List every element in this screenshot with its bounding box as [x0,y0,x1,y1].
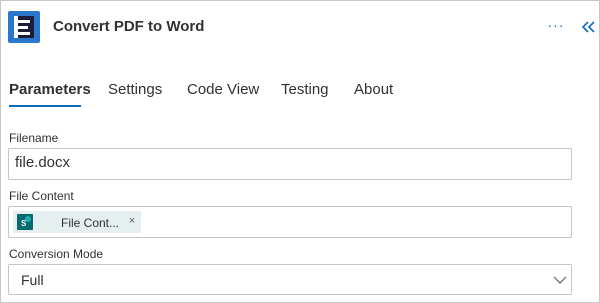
file-content-token-label: File Cont... [61,216,120,230]
tab-settings[interactable]: Settings [108,81,162,98]
conversion-mode-dropdown[interactable]: Full [8,264,572,295]
filename-label: Filename [9,131,59,145]
file-content-label: File Content [9,189,74,203]
tab-code-view[interactable]: Code View [187,81,259,98]
conversion-mode-value: Full [21,272,44,288]
panel-header: Convert PDF to Word ··· [1,1,599,55]
chevron-down-icon [552,273,568,287]
close-icon[interactable]: × [127,215,137,227]
svg-text:S: S [21,219,27,228]
active-tab-indicator [9,105,81,107]
tab-bar: Parameters Settings Code View Testing Ab… [1,73,599,109]
tab-testing[interactable]: Testing [281,81,329,98]
tab-about[interactable]: About [354,81,393,98]
sharepoint-icon: S [17,214,33,230]
more-options-button[interactable]: ··· [546,17,566,37]
double-chevron-left-icon[interactable] [580,16,598,38]
file-content-token[interactable]: S File Cont... × [13,211,141,233]
conversion-mode-label: Conversion Mode [9,247,104,261]
action-panel: Convert PDF to Word ··· Parameters Setti… [0,0,600,303]
app-logo-icon [8,11,40,43]
filename-value: file.docx [15,154,71,171]
page-title: Convert PDF to Word [53,18,205,35]
file-content-field[interactable]: S File Cont... × [8,206,572,238]
tab-parameters[interactable]: Parameters [9,81,91,98]
filename-field[interactable]: file.docx [8,148,572,180]
